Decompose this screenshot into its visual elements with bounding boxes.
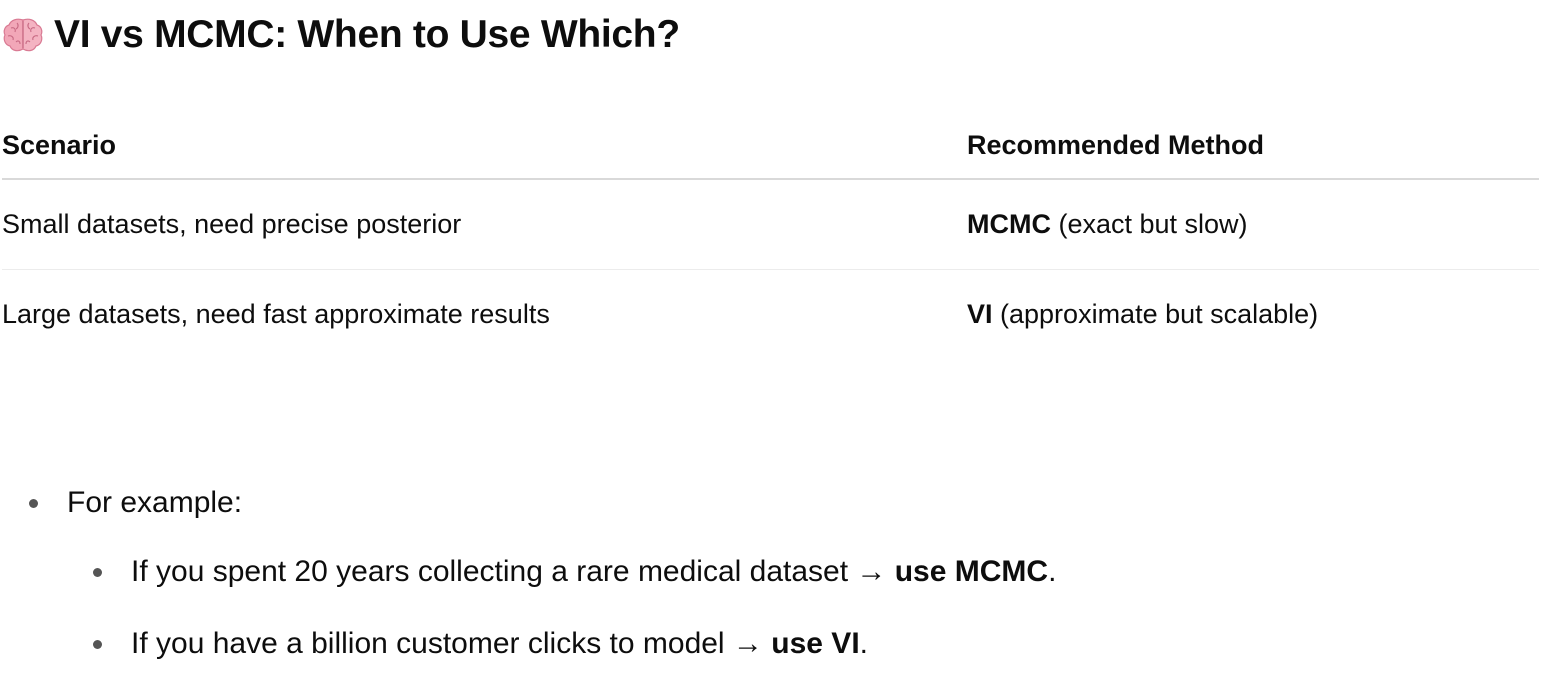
nested-list-container: If you spent 20 years collecting a rare … (0, 536, 1056, 680)
nested-list: If you spent 20 years collecting a rare … (0, 536, 1056, 680)
example-text: If you have a billion customer clicks to… (131, 627, 772, 660)
example-recommendation: use MCMC (894, 555, 1049, 588)
page-title: VI vs MCMC: When to Use Which? (54, 13, 680, 56)
example-end: . (1048, 555, 1057, 588)
comparison-table: Scenario Recommended Method Small datase… (2, 112, 1539, 359)
list-intro: For example: (67, 486, 243, 519)
table-row: Large datasets, need fast approximate re… (2, 270, 1539, 360)
method-cell: VI (approximate but scalable) (967, 270, 1539, 360)
bullet-icon (93, 640, 102, 649)
brain-icon (2, 14, 44, 56)
page: VI vs MCMC: When to Use Which? Scenario … (0, 0, 1550, 684)
bullet-icon (93, 568, 102, 577)
column-header-method: Recommended Method (967, 112, 1539, 180)
table-header-row: Scenario Recommended Method (2, 112, 1539, 180)
bullet-icon (29, 499, 38, 508)
scenario-cell: Large datasets, need fast approximate re… (2, 299, 550, 329)
section-heading: VI vs MCMC: When to Use Which? (2, 10, 680, 60)
example-text: If you spent 20 years collecting a rare … (131, 555, 895, 588)
method-name: VI (967, 299, 993, 329)
list-item: If you spent 20 years collecting a rare … (0, 536, 1056, 608)
example-end: . (859, 627, 868, 660)
example-list: For example: If you spent 20 years colle… (0, 470, 1056, 680)
example-recommendation: use VI (771, 627, 860, 660)
list-item: If you have a billion customer clicks to… (0, 608, 1056, 680)
method-cell: MCMC (exact but slow) (967, 179, 1539, 270)
method-note: (approximate but scalable) (992, 299, 1319, 329)
method-note: (exact but slow) (1050, 209, 1248, 239)
scenario-cell: Small datasets, need precise posterior (2, 179, 967, 270)
method-name: MCMC (967, 209, 1051, 239)
column-header-scenario: Scenario (2, 112, 967, 180)
list-item: For example: (0, 470, 1056, 536)
table-row: Small datasets, need precise posterior M… (2, 179, 1539, 270)
